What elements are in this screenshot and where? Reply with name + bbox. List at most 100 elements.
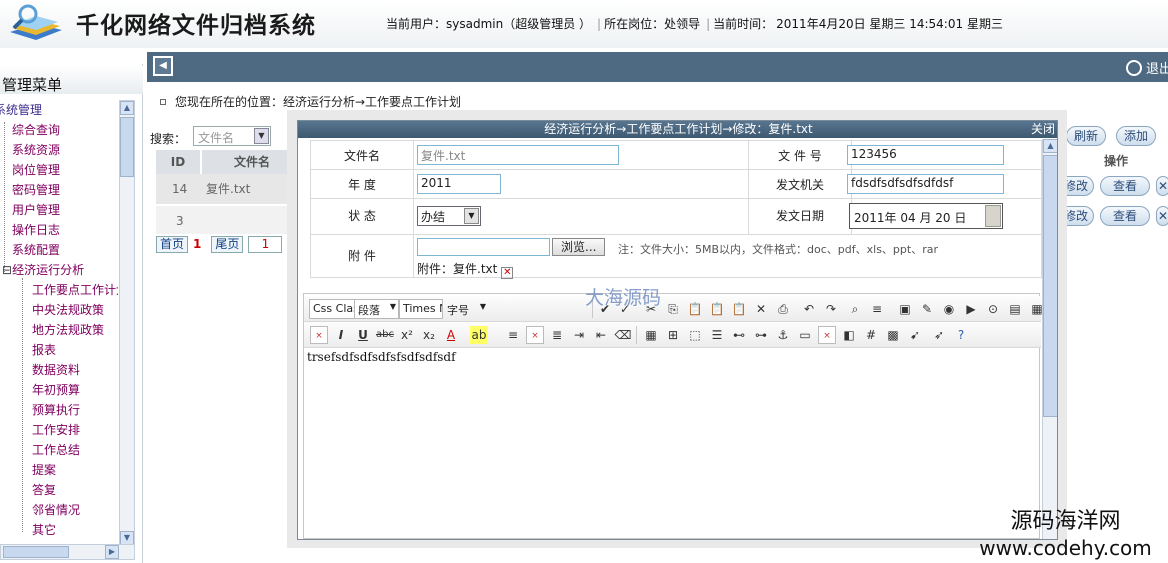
sidebar-item-economy[interactable]: ⊟经济运行分析 [2,262,84,278]
date-spinner[interactable] [985,205,1001,227]
paste-word-icon[interactable]: 📋 [730,300,748,318]
text-color-icon[interactable]: A [442,326,460,344]
scroll-right-icon[interactable]: ▶ [105,545,119,559]
first-page-button[interactable]: 首页 [156,236,189,253]
template-icon[interactable]: ▦ [1028,300,1046,318]
show-blocks-icon[interactable]: ▩ [884,326,902,344]
scroll-thumb[interactable] [120,117,134,177]
edit-image-icon[interactable]: ✎ [918,300,936,318]
delete-attachment-icon[interactable]: ✕ [501,267,514,279]
css-class-combo[interactable]: Css Clas [309,299,355,319]
insert-cursor-icon[interactable]: ➹ [906,326,924,344]
media-icon[interactable]: ▶ [962,300,980,318]
delete-icon[interactable]: ✕ [1156,176,1168,196]
print-icon[interactable]: ⎙ [774,300,792,318]
align-right-icon[interactable]: ≣ [548,326,566,344]
state-select[interactable]: 办结 ▼ [417,206,481,226]
superscript-icon[interactable]: x² [398,326,416,344]
delete-icon[interactable]: ✕ [1156,206,1168,226]
sidebar-item-system[interactable]: 系统管理 [0,102,42,118]
italic-icon[interactable]: I [332,326,350,344]
unlink-icon[interactable]: ⊶ [752,326,770,344]
image-icon[interactable]: ▣ [896,300,914,318]
undo-icon[interactable]: ↶ [800,300,818,318]
sidebar-subitem-budget-start[interactable]: 年初预算 [32,382,80,398]
collapse-sidebar-button[interactable]: ◀ [153,56,173,76]
table-cell-icon[interactable]: ⊞ [664,326,682,344]
sidebar-item-users[interactable]: 用户管理 [12,202,60,218]
pointer-icon[interactable]: ➶ [930,326,948,344]
sidebar-item-log[interactable]: 操作日志 [12,222,60,238]
last-page-button[interactable]: 尾页 [211,236,244,253]
sidebar-item-resources[interactable]: 系统资源 [12,142,60,158]
scroll-up-icon[interactable]: ▲ [120,101,134,115]
eraser-icon[interactable]: ⌫ [614,326,632,344]
paste-text-icon[interactable]: 📋 [708,300,726,318]
replace-icon[interactable]: ≡ [868,300,886,318]
sidebar-subitem-budget-exec[interactable]: 预算执行 [32,402,80,418]
flash-icon[interactable]: ◉ [940,300,958,318]
scroll-thumb[interactable] [1043,155,1057,417]
grid-icon[interactable]: # [862,326,880,344]
sidebar-subitem-other[interactable]: 其它 [32,522,56,538]
format-combo[interactable]: 段落 ▼ [354,299,399,319]
font-combo[interactable]: Times Ne [399,299,443,319]
link-icon[interactable]: ⊷ [730,326,748,344]
add-button[interactable]: 添加 [1116,126,1156,146]
sidebar-subitem-summary[interactable]: 工作总结 [32,442,80,458]
sidebar-item-query[interactable]: 综合查询 [12,122,60,138]
strikethrough-icon[interactable]: abc [376,326,394,344]
outdent-icon[interactable]: ⇤ [592,326,610,344]
dialog-close-button[interactable]: 关闭 [1031,121,1055,137]
sidebar-item-posts[interactable]: 岗位管理 [12,162,60,178]
subscript-icon[interactable]: x₂ [420,326,438,344]
attachment-icon[interactable]: ⊙ [984,300,1002,318]
copy-icon[interactable]: ⎘ [664,300,682,318]
issuer-input[interactable]: fdsdfsdfsdfsdfdsf [847,174,1004,194]
sidebar-subitem-reply[interactable]: 答复 [32,482,56,498]
browse-button[interactable]: 浏览... [552,238,606,256]
align-left-icon[interactable]: ≡ [504,326,522,344]
scroll-down-icon[interactable]: ▼ [120,531,134,545]
indent-icon[interactable]: ⇥ [570,326,588,344]
sidebar-horizontal-scrollbar[interactable]: ▶ [0,544,135,560]
docnum-input[interactable]: 123456 [847,145,1004,165]
sidebar-item-config[interactable]: 系统配置 [12,242,60,258]
broken-icon[interactable]: × [310,326,328,344]
delete-icon[interactable]: ✕ [752,300,770,318]
view-button[interactable]: 查看 [1100,206,1150,226]
paste-icon[interactable]: 📋 [686,300,704,318]
sidebar-subitem-local[interactable]: 地方法规政策 [32,322,104,338]
page-break-icon[interactable]: ▭ [796,326,814,344]
table-icon[interactable]: ▦ [642,326,660,344]
logout-button[interactable]: 退出 [1125,58,1168,77]
hscroll-thumb[interactable] [3,546,69,558]
date-picker[interactable]: 2011年 04 月 20 日 [849,203,1003,229]
sidebar-subitem-neighbor[interactable]: 邻省情况 [32,502,80,518]
sidebar-vertical-scrollbar[interactable]: ▲ ▼ [119,100,135,546]
redo-icon[interactable]: ↷ [822,300,840,318]
highlight-icon[interactable]: ab [470,326,488,344]
dialog-scrollbar[interactable]: ▲ [1042,139,1057,539]
pdf-icon[interactable]: ▤ [1006,300,1024,318]
search-field-select[interactable]: 文件名 ▼ [193,126,271,146]
refresh-button[interactable]: 刷新 [1066,126,1106,146]
sidebar-subitem-data[interactable]: 数据资料 [32,362,80,378]
anchor-icon[interactable]: ⚓ [774,326,792,344]
find-icon[interactable]: ⌕ [846,300,864,318]
year-input[interactable]: 2011 [417,174,501,194]
select-all-icon[interactable]: ⬚ [686,326,704,344]
size-combo[interactable]: 字号 ▼ [443,299,489,319]
sidebar-item-password[interactable]: 密码管理 [12,182,60,198]
filename-input[interactable]: 复件.txt [417,145,619,165]
sidebar-subitem-plan[interactable]: 工作要点工作计划 [32,282,118,298]
sidebar-subitem-arrange[interactable]: 工作安排 [32,422,80,438]
underline-icon[interactable]: U [354,326,372,344]
help-icon[interactable]: ? [952,326,970,344]
broken-icon[interactable]: × [526,326,544,344]
row-filename[interactable]: 复件.txt [206,180,250,197]
sidebar-subitem-report[interactable]: 报表 [32,342,56,358]
sidebar-subitem-central[interactable]: 中央法规政策 [32,302,104,318]
sidebar-subitem-proposal[interactable]: 提案 [32,462,56,478]
scroll-up-icon[interactable]: ▲ [1043,139,1057,153]
